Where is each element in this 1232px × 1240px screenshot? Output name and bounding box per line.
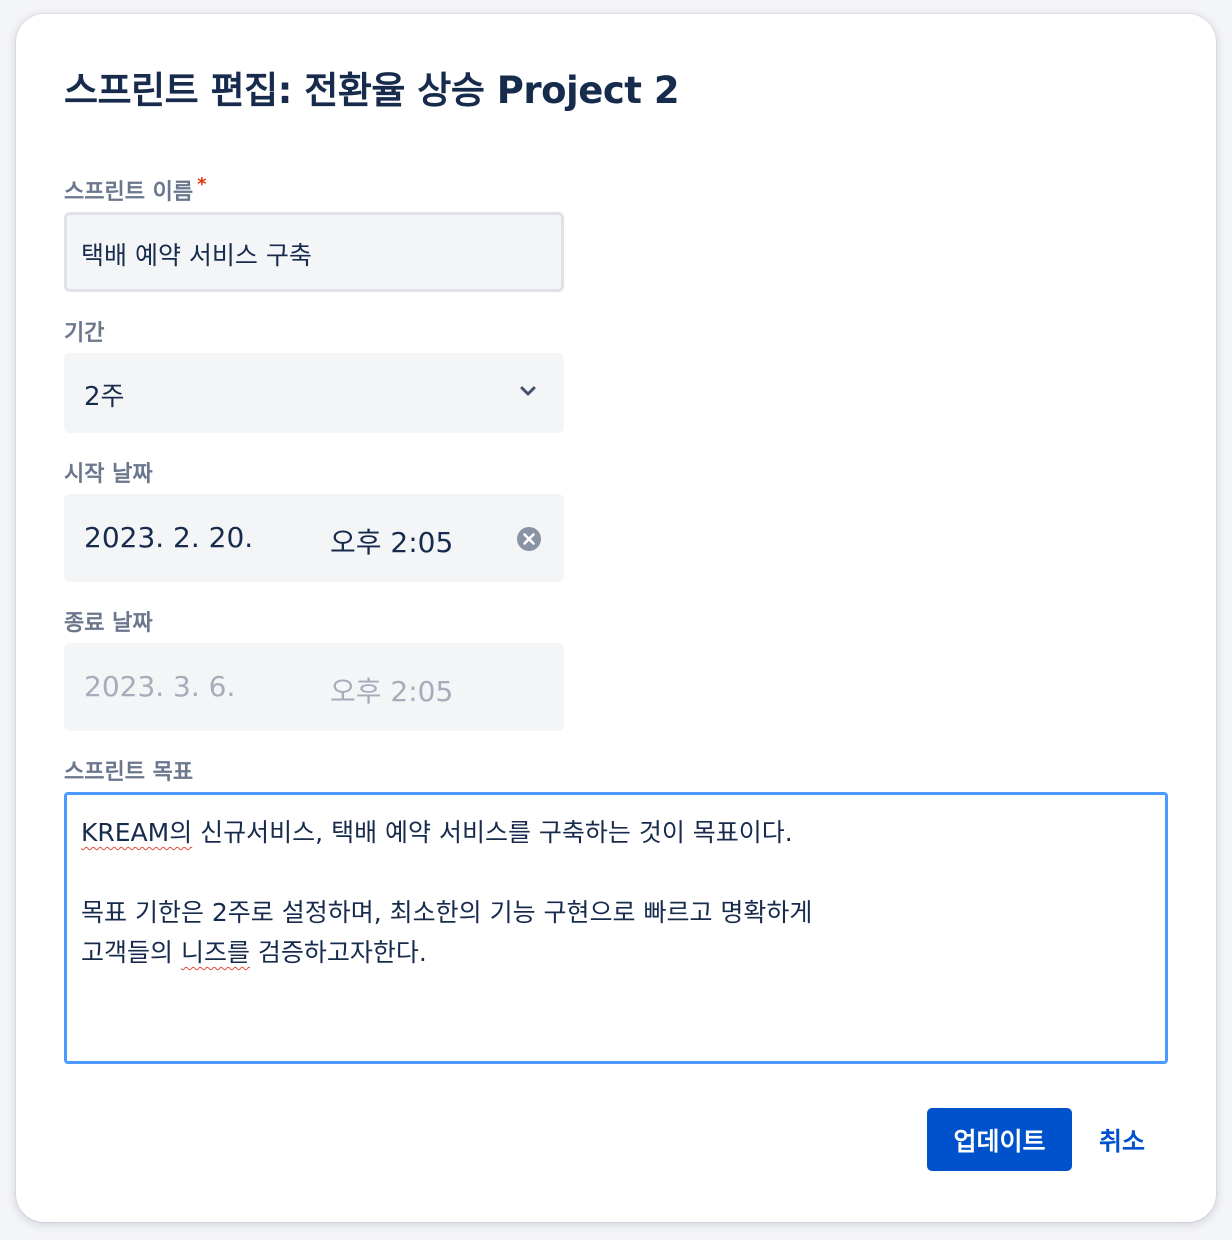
misspelled-word: 니즈를 (180, 938, 250, 967)
duration-select[interactable]: 2주 (64, 353, 564, 433)
sprint-name-label-text: 스프린트 이름 (64, 180, 194, 205)
end-time-value: 오후 2:05 (330, 675, 454, 708)
clear-icon[interactable] (516, 526, 542, 552)
duration-value: 2주 (84, 382, 125, 412)
end-date-label: 종료 날짜 (64, 611, 153, 636)
goal-line-3-pre: 고객들의 (81, 938, 181, 967)
goal-line-1-text: 신규서비스, 택배 예약 서비스를 구축하는 것이 목표이다. (192, 818, 793, 847)
chevron-down-icon (520, 386, 536, 396)
required-marker: * (197, 174, 207, 195)
cancel-button[interactable]: 취소 (1082, 1108, 1162, 1171)
sprint-goal-label: 스프린트 목표 (64, 760, 194, 785)
start-date-value[interactable]: 2023. 2. 20. (84, 521, 253, 554)
edit-sprint-dialog: 스프린트 편집: 전환율 상승 Project 2 스프린트 이름 * 택배 예약… (16, 14, 1216, 1222)
update-button[interactable]: 업데이트 (927, 1108, 1072, 1171)
duration-label: 기간 (64, 321, 105, 346)
sprint-name-value: 택배 예약 서비스 구축 (81, 241, 312, 270)
goal-line-3-post: 검증하고자한다. (249, 938, 427, 967)
goal-line-1: KREAM의 신규서비스, 택배 예약 서비스를 구축하는 것이 목표이다. (81, 813, 793, 849)
sprint-name-input[interactable]: 택배 예약 서비스 구축 (64, 212, 564, 292)
goal-line-3: 고객들의 니즈를 검증하고자한다. (81, 933, 427, 969)
misspelled-word: KREAM의 (81, 818, 193, 847)
sprint-goal-textarea[interactable]: KREAM의 신규서비스, 택배 예약 서비스를 구축하는 것이 목표이다. 목… (64, 792, 1168, 1064)
goal-line-2: 목표 기한은 2주로 설정하며, 최소한의 기능 구현으로 빠르고 명확하게 (81, 898, 813, 927)
start-datetime-picker[interactable]: 2023. 2. 20. 오후 2:05 (64, 494, 564, 582)
sprint-name-label: 스프린트 이름 * (64, 174, 207, 206)
end-datetime-picker: 2023. 3. 6. 오후 2:05 (64, 643, 564, 731)
start-time-value[interactable]: 오후 2:05 (330, 521, 453, 561)
dialog-title: 스프린트 편집: 전환율 상승 Project 2 (64, 69, 680, 112)
end-date-value: 2023. 3. 6. (84, 670, 236, 703)
start-date-label: 시작 날짜 (64, 462, 153, 487)
